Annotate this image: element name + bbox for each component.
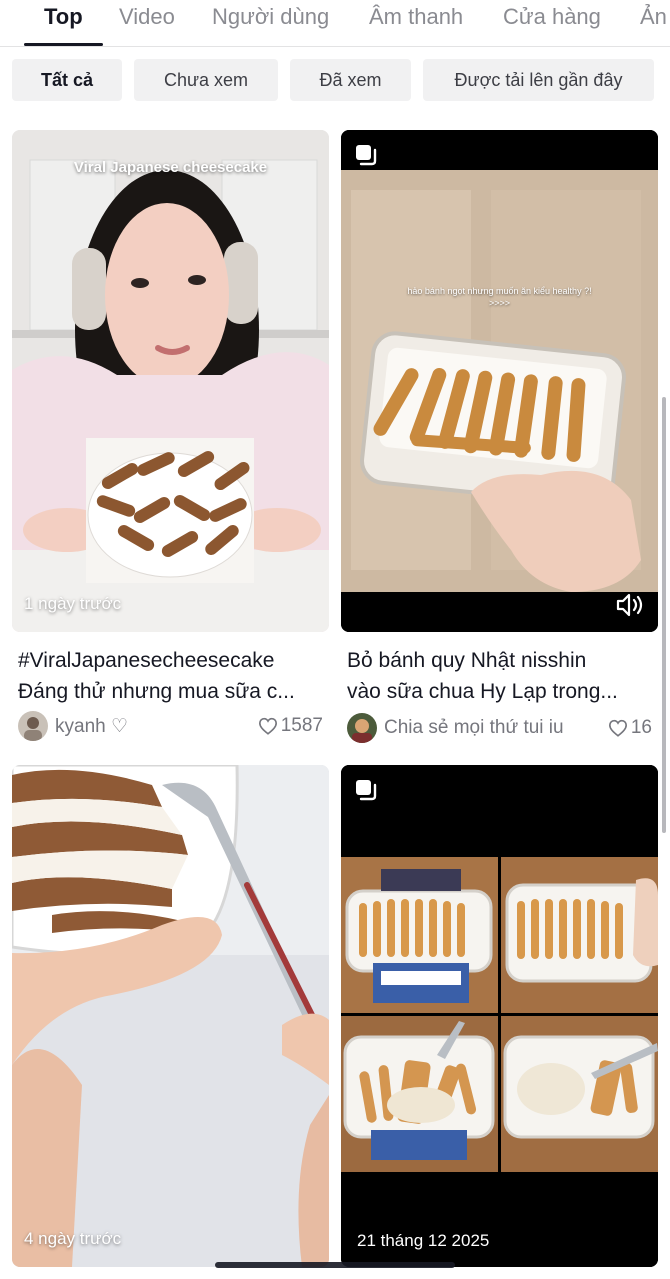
tab-top[interactable]: Top <box>44 4 83 30</box>
heart-icon <box>258 717 277 735</box>
filter-recent[interactable]: Được tải lên gần đây <box>423 59 654 101</box>
like-count[interactable]: 16 <box>608 717 652 739</box>
caption-line: #ViralJapanesecheesecake <box>18 649 275 672</box>
photo-slideshow-icon <box>356 145 377 166</box>
video-overlay-text: Viral Japanese cheesecake <box>73 159 268 176</box>
photo-slideshow-icon <box>356 780 377 801</box>
heart-icon <box>608 719 627 737</box>
home-indicator[interactable] <box>215 1262 455 1268</box>
author-name[interactable]: Chia sẻ mọi thứ tui iu <box>384 717 564 739</box>
video-caption[interactable]: #ViralJapanesecheesecake Đáng thử nhưng … <box>18 645 323 707</box>
video-meta: kyanh ♡ 1587 <box>18 710 323 742</box>
muted-sound-icon[interactable] <box>616 592 644 618</box>
active-tab-indicator <box>24 43 103 46</box>
video-date: 21 tháng 12 2025 <box>357 1231 490 1250</box>
video-thumbnail[interactable]: Viral Japanese cheesecake 1 ngày trước <box>12 130 329 632</box>
caption-line: vào sữa chua Hy Lạp trong... <box>347 680 618 703</box>
caption-line: Bỏ bánh quy Nhật nisshin <box>347 649 587 672</box>
overlay-line: hảo bánh ngọt nhưng muốn ăn kiểu healthy… <box>407 286 592 296</box>
video-thumbnail[interactable]: 4 ngày trước <box>12 765 329 1267</box>
video-date: 4 ngày trước <box>24 1229 122 1248</box>
filter-unwatched[interactable]: Chưa xem <box>134 59 278 101</box>
tab-video[interactable]: Video <box>119 4 175 30</box>
tab-sounds[interactable]: Âm thanh <box>369 4 463 30</box>
video-date: 1 ngày trước <box>24 594 122 613</box>
video-thumbnail-image <box>12 765 329 1267</box>
caption-line: Đáng thử nhưng mua sữa c... <box>18 680 295 703</box>
tab-shop[interactable]: Cửa hàng <box>503 4 601 30</box>
avatar[interactable] <box>347 713 377 743</box>
avatar[interactable] <box>18 711 48 741</box>
search-tabs: Top Video Người dùng Âm thanh Cửa hàng Ả… <box>0 0 670 47</box>
like-count-value: 1587 <box>280 715 323 736</box>
video-thumbnail[interactable]: 21 tháng 12 2025 <box>341 765 658 1267</box>
video-thumbnail-image <box>12 130 329 632</box>
overlay-line: >>>> <box>488 298 511 308</box>
video-caption[interactable]: Bỏ bánh quy Nhật nisshin vào sữa chua Hy… <box>347 645 652 707</box>
author-name[interactable]: kyanh ♡ <box>55 715 128 738</box>
scrollbar[interactable] <box>662 397 666 833</box>
tab-more[interactable]: Ản <box>640 4 667 30</box>
video-thumbnail-image <box>341 130 658 632</box>
video-meta: Chia sẻ mọi thứ tui iu 16 <box>347 712 652 744</box>
tab-users[interactable]: Người dùng <box>212 4 329 30</box>
video-thumbnail[interactable]: hảo bánh ngọt nhưng muốn ăn kiểu healthy… <box>341 130 658 632</box>
filter-all[interactable]: Tất cả <box>12 59 122 101</box>
filter-watched[interactable]: Đã xem <box>290 59 411 101</box>
video-thumbnail-image <box>341 765 658 1267</box>
like-count[interactable]: 1587 <box>258 715 323 737</box>
video-overlay-text: hảo bánh ngọt nhưng muốn ăn kiểu healthy… <box>341 285 658 309</box>
like-count-value: 16 <box>630 717 652 738</box>
